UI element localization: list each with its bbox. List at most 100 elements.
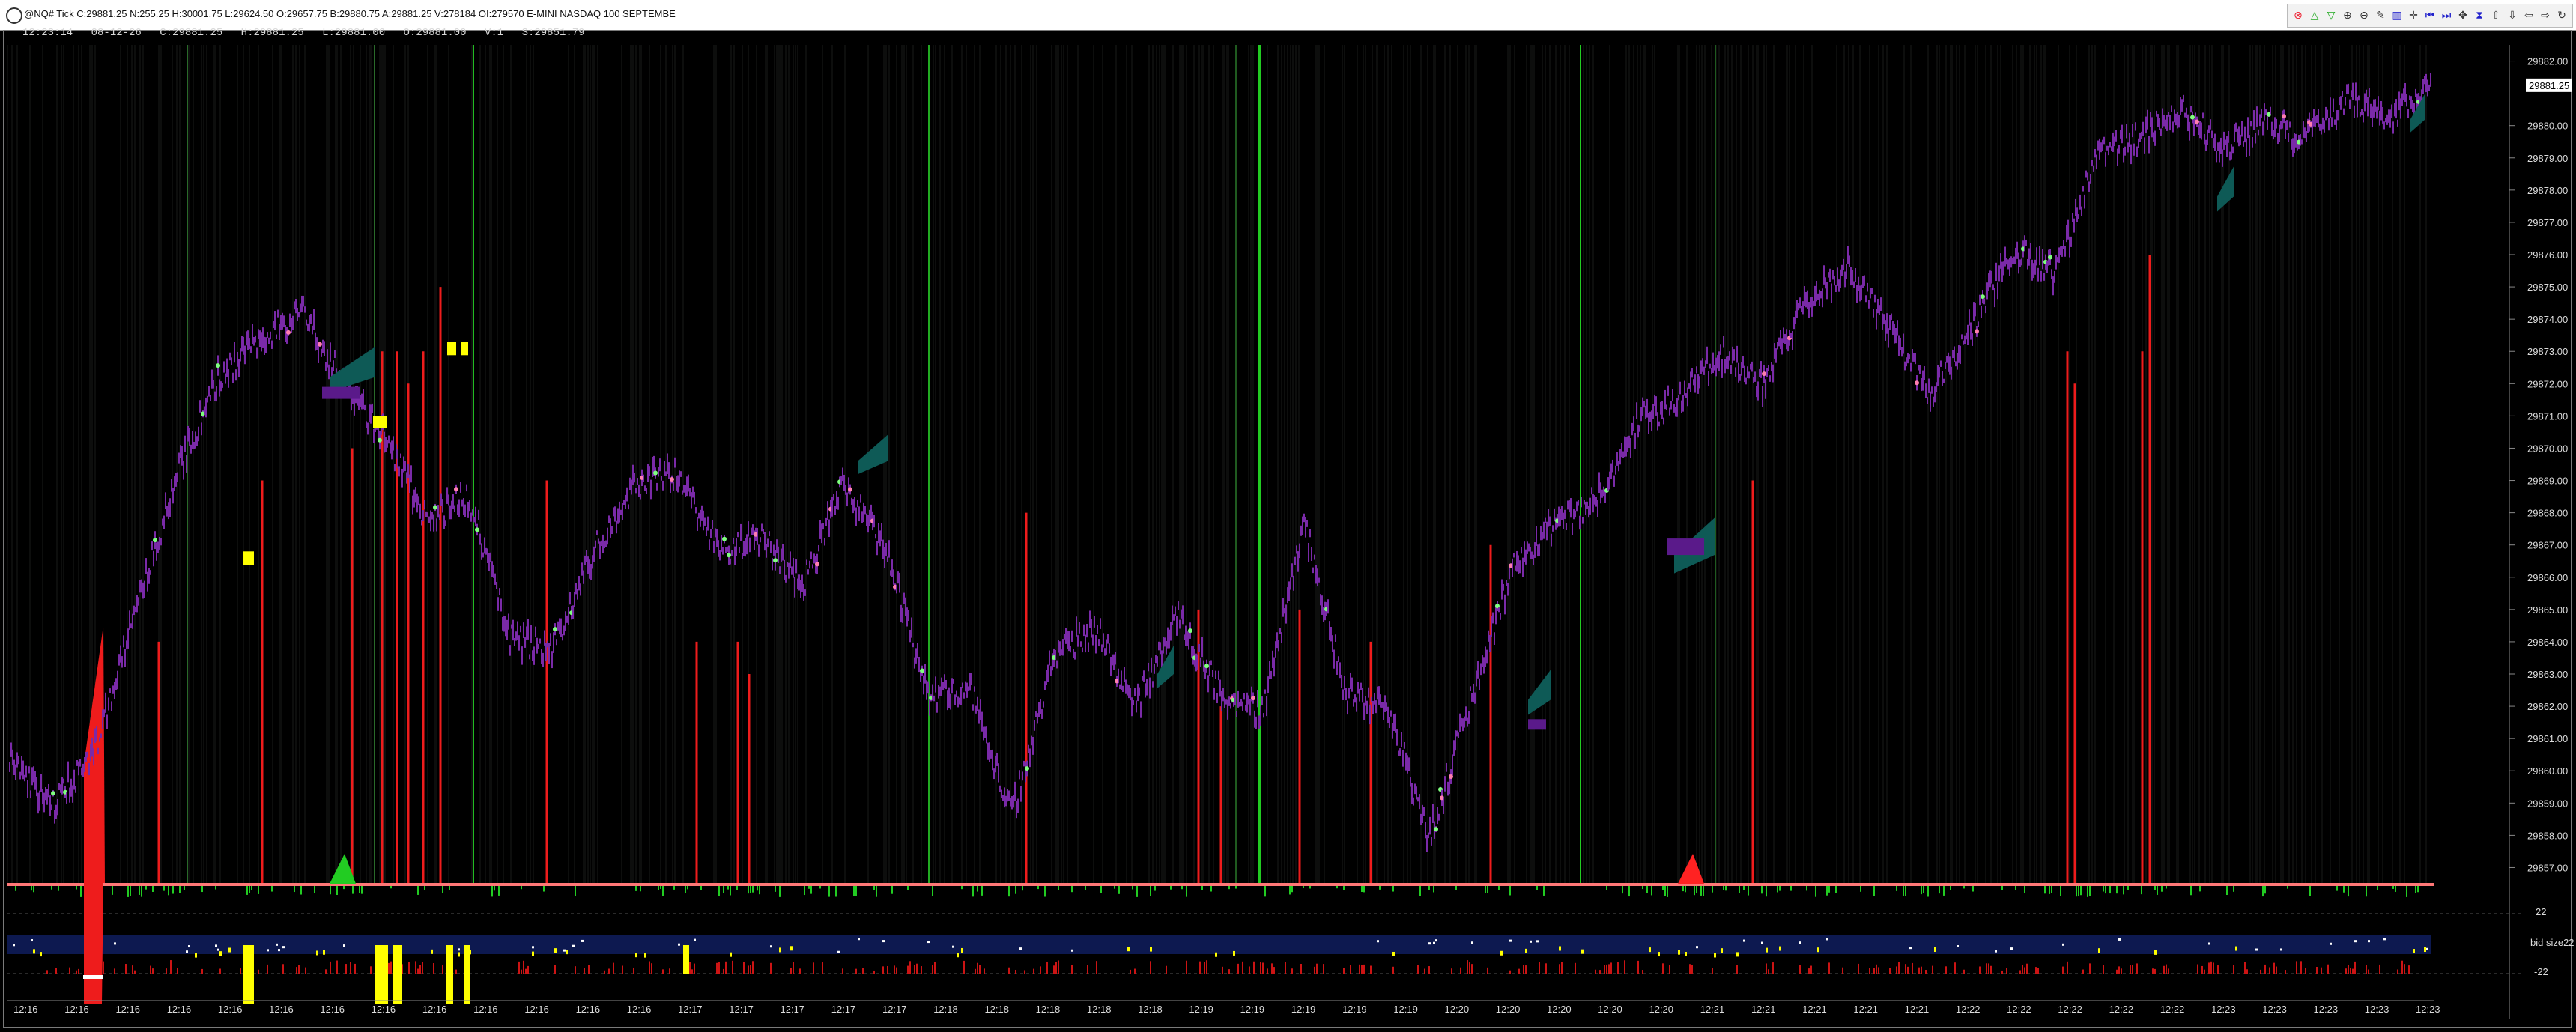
sell-volume-bar xyxy=(415,961,416,974)
price-bar xyxy=(1915,353,1916,365)
price-bar xyxy=(1142,676,1143,681)
bid-dot xyxy=(343,944,345,947)
buy-volume-bar xyxy=(1723,886,1724,890)
price-bar xyxy=(1134,688,1136,696)
time-label: 12:22 xyxy=(2058,1004,2082,1015)
price-bar xyxy=(842,467,843,482)
price-bar xyxy=(289,313,291,327)
price-bar xyxy=(129,610,130,630)
buy-volume-bar xyxy=(1433,886,1434,893)
price-bar xyxy=(304,306,306,313)
bid-dot xyxy=(458,948,460,951)
price-bar xyxy=(2336,110,2337,130)
buy-volume-bar xyxy=(1536,886,1538,890)
sell-volume-bar xyxy=(1905,964,1906,974)
price-bar xyxy=(2054,270,2055,283)
price-bar xyxy=(1257,690,1258,708)
price-bar xyxy=(2306,131,2307,142)
price-bar xyxy=(449,505,451,520)
price-bar xyxy=(810,551,812,559)
price-bar xyxy=(391,440,393,460)
price-bar xyxy=(1041,709,1043,719)
price-bar xyxy=(2228,130,2229,143)
price-bar xyxy=(2334,119,2336,125)
price-bar xyxy=(1856,285,1858,303)
price-bar xyxy=(2352,82,2354,101)
sell-volume-bar xyxy=(894,965,895,974)
buy-volume-bar xyxy=(1228,886,1230,890)
time-label: 12:21 xyxy=(1905,1004,1930,1015)
price-bar xyxy=(436,518,437,532)
price-bar xyxy=(679,470,680,487)
price-bar xyxy=(846,492,848,507)
sell-volume-bar xyxy=(2154,968,2156,974)
trade-marker xyxy=(670,477,674,482)
price-bar xyxy=(981,711,983,732)
trade-marker xyxy=(153,538,157,543)
sell-volume-bar xyxy=(813,962,814,974)
trade-marker xyxy=(815,562,819,567)
price-bar xyxy=(1236,711,1237,717)
price-bar xyxy=(454,505,455,512)
bid-dot-yellow xyxy=(1817,947,1819,953)
bid-dot-yellow xyxy=(2098,948,2100,953)
time-label: 12:16 xyxy=(372,1004,396,1015)
price-bar xyxy=(2055,255,2057,270)
price-bar xyxy=(1350,672,1351,689)
price-bar xyxy=(105,692,106,713)
price-bar xyxy=(1584,500,1585,505)
price-label: 29879.00 xyxy=(2527,153,2568,164)
price-bar xyxy=(2114,136,2115,147)
price-bar xyxy=(608,515,610,523)
price-bar xyxy=(596,530,598,535)
price-bar xyxy=(1513,552,1515,558)
price-bar xyxy=(1582,517,1584,524)
purple-block xyxy=(1667,538,1704,556)
price-bar xyxy=(888,540,890,558)
price-bar xyxy=(1354,694,1356,703)
price-bar xyxy=(1874,294,1876,303)
price-bar xyxy=(1082,647,1083,653)
trade-marker xyxy=(848,487,852,492)
imbalance-blocks xyxy=(322,93,2425,730)
price-bar xyxy=(978,709,980,724)
price-bar xyxy=(303,295,304,307)
price-chart[interactable]: 29882.0029881.2529880.0029879.0029878.00… xyxy=(0,0,2576,1032)
price-bar xyxy=(2241,121,2243,137)
price-bar xyxy=(736,538,737,556)
price-bar xyxy=(2244,126,2246,143)
price-bar xyxy=(1942,371,1943,386)
sell-volume-bar xyxy=(1487,967,1488,974)
price-bar xyxy=(530,625,532,643)
bid-dot xyxy=(217,948,219,951)
bid-dot xyxy=(678,943,680,946)
sell-volume-bar xyxy=(1267,968,1268,974)
price-bar xyxy=(1786,329,1787,350)
trade-marker xyxy=(216,363,220,368)
bid-dot xyxy=(927,941,930,944)
price-bar xyxy=(1607,477,1609,491)
price-bar xyxy=(73,769,75,790)
price-label: 29873.00 xyxy=(2527,346,2568,357)
price-bar xyxy=(470,512,472,522)
price-bar xyxy=(102,709,103,729)
bid-dot xyxy=(1428,942,1431,945)
price-bar xyxy=(400,453,401,458)
price-bar xyxy=(2010,256,2012,268)
price-bar xyxy=(1931,386,1933,394)
price-bar xyxy=(689,488,691,497)
price-bar xyxy=(1273,657,1275,677)
price-bar xyxy=(623,500,625,505)
price-bar xyxy=(1924,366,1925,380)
price-bar xyxy=(1648,413,1649,434)
buy-volume-bar xyxy=(1725,886,1727,891)
price-bar xyxy=(1992,284,1994,291)
price-bar xyxy=(240,348,241,362)
price-bar xyxy=(2226,136,2228,157)
price-bar xyxy=(1543,521,1545,539)
price-bar xyxy=(1363,702,1365,720)
sell-volume-bar xyxy=(152,968,154,974)
price-bar xyxy=(270,331,271,340)
price-bar xyxy=(253,337,255,346)
price-bar xyxy=(575,583,577,595)
